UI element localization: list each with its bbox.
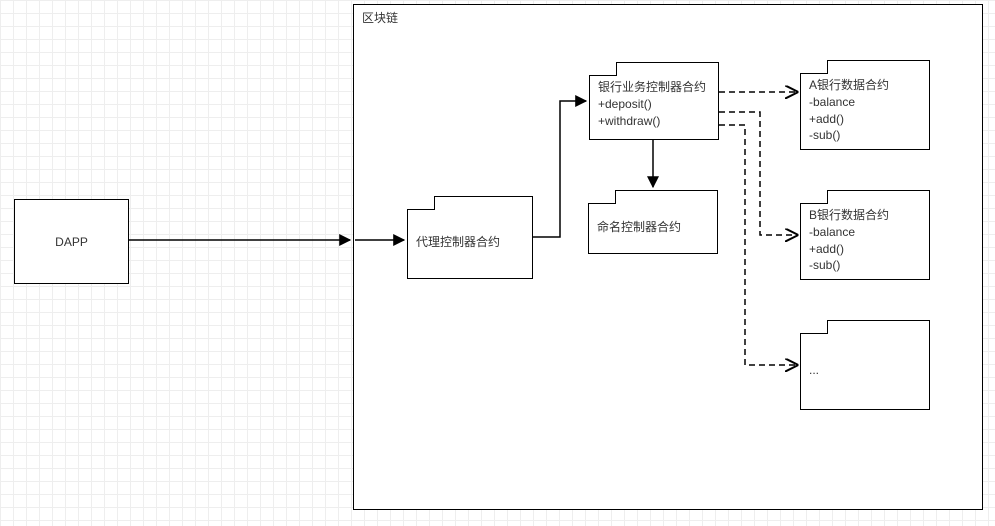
bank-ctrl-line2: +deposit() [598, 96, 710, 113]
bank-ctrl-line1: 银行业务控制器合约 [598, 79, 710, 96]
uml-tab-icon [800, 190, 828, 204]
bank-b-line1: B银行数据合约 [809, 207, 921, 224]
bank-b-node: B银行数据合约 -balance +add() -sub() [800, 190, 930, 280]
naming-line1: 命名控制器合约 [597, 219, 709, 236]
uml-tab-icon [800, 60, 828, 74]
uml-tab-icon [800, 320, 828, 334]
bank-a-node: A银行数据合约 -balance +add() -sub() [800, 60, 930, 150]
naming-controller-node: 命名控制器合约 [588, 190, 718, 254]
blockchain-label: 区块链 [362, 9, 398, 26]
bank-b-line4: -sub() [809, 257, 921, 274]
dapp-text: DAPP [55, 235, 88, 249]
bank-a-line2: -balance [809, 94, 921, 111]
more-line1: ... [809, 362, 921, 379]
naming-body: 命名控制器合约 [597, 207, 709, 247]
more-node: ... [800, 320, 930, 410]
bank-ctrl-line3: +withdraw() [598, 113, 710, 130]
bank-a-line4: -sub() [809, 127, 921, 144]
bank-a-body: A银行数据合约 -balance +add() -sub() [809, 77, 921, 143]
diagram-canvas: 区块链 DAPP 代理控制器合约 银行业务控制器合约 +deposit() +w… [0, 0, 995, 526]
uml-tab-icon [407, 196, 435, 210]
dapp-node: DAPP [14, 199, 129, 284]
bank-b-line3: +add() [809, 241, 921, 258]
uml-tab-icon [588, 190, 616, 204]
bank-a-line1: A银行数据合约 [809, 77, 921, 94]
bank-ctrl-body: 银行业务控制器合约 +deposit() +withdraw() [598, 79, 710, 133]
bank-a-line3: +add() [809, 111, 921, 128]
proxy-controller-node: 代理控制器合约 [407, 196, 533, 279]
bank-controller-node: 银行业务控制器合约 +deposit() +withdraw() [589, 62, 719, 140]
proxy-line1: 代理控制器合约 [416, 234, 524, 251]
bank-b-line2: -balance [809, 224, 921, 241]
more-body: ... [809, 337, 921, 403]
bank-b-body: B银行数据合约 -balance +add() -sub() [809, 207, 921, 273]
uml-tab-icon [589, 62, 617, 76]
proxy-body: 代理控制器合约 [416, 213, 524, 272]
